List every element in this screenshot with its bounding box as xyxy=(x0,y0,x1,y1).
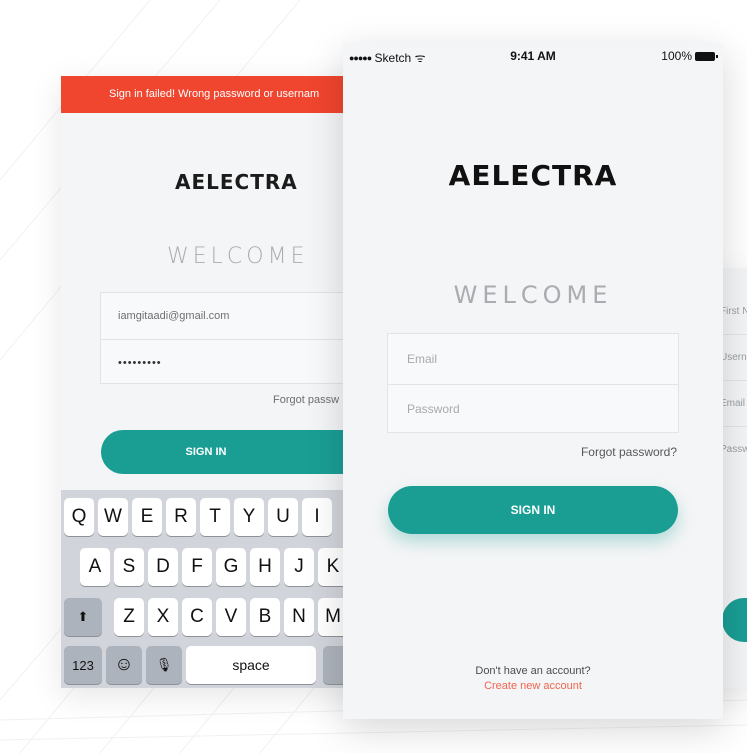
key-q[interactable]: Q xyxy=(64,498,94,536)
app-logo: AELECTRA xyxy=(175,170,298,194)
emoji-key-icon[interactable]: ☺ xyxy=(106,646,142,684)
battery-info: 100% xyxy=(661,49,718,63)
first-name-field[interactable]: First N xyxy=(720,306,747,317)
ios-keyboard: Q W E R T Y U I A S D F G H J K ⬆ Z X C … xyxy=(61,490,361,688)
key-z[interactable]: Z xyxy=(114,598,144,636)
numbers-key[interactable]: 123 xyxy=(64,646,102,684)
key-v[interactable]: V xyxy=(216,598,246,636)
sign-in-button[interactable]: SIGN IN xyxy=(101,430,361,474)
key-i[interactable]: I xyxy=(302,498,332,536)
divider xyxy=(720,426,747,427)
key-b[interactable]: B xyxy=(250,598,280,636)
key-g[interactable]: G xyxy=(216,548,246,586)
space-key[interactable]: space xyxy=(186,646,316,684)
password-field[interactable]: ••••••••• xyxy=(101,339,361,385)
welcome-heading: WELCOME xyxy=(453,281,613,309)
key-c[interactable]: C xyxy=(182,598,212,636)
key-t[interactable]: T xyxy=(200,498,230,536)
forgot-password-link[interactable]: Forgot passw xyxy=(273,394,339,406)
signin-screen: ●●●●● Sketch ᯤ 9:41 AM 100% AELECTRA WEL… xyxy=(343,43,723,719)
status-bar: ●●●●● Sketch ᯤ 9:41 AM 100% xyxy=(343,43,723,69)
email-input[interactable] xyxy=(388,334,678,384)
app-logo: AELECTRA xyxy=(448,159,618,192)
divider xyxy=(720,334,747,335)
sign-in-button[interactable]: SIGN IN xyxy=(388,486,678,534)
key-u[interactable]: U xyxy=(268,498,298,536)
no-account-text: Don't have an account? xyxy=(475,665,591,677)
battery-percent: 100% xyxy=(661,49,692,63)
password-field[interactable]: Passw xyxy=(720,444,747,455)
forgot-password-link[interactable]: Forgot password? xyxy=(581,445,677,459)
key-d[interactable]: D xyxy=(148,548,178,586)
shift-key[interactable]: ⬆ xyxy=(64,598,102,636)
email-field[interactable]: Email xyxy=(720,398,745,409)
key-x[interactable]: X xyxy=(148,598,178,636)
key-e[interactable]: E xyxy=(132,498,162,536)
username-field[interactable]: Userna xyxy=(720,352,747,363)
key-s[interactable]: S xyxy=(114,548,144,586)
create-account-link[interactable]: Create new account xyxy=(343,680,723,692)
key-j[interactable]: J xyxy=(284,548,314,586)
signup-button[interactable] xyxy=(722,598,747,642)
key-w[interactable]: W xyxy=(98,498,128,536)
password-input[interactable] xyxy=(388,384,678,433)
key-n[interactable]: N xyxy=(284,598,314,636)
key-h[interactable]: H xyxy=(250,548,280,586)
key-r[interactable]: R xyxy=(166,498,196,536)
welcome-heading: WELCOME xyxy=(167,244,309,269)
divider xyxy=(720,380,747,381)
microphone-key-icon[interactable]: 🎙 xyxy=(146,646,182,684)
login-form xyxy=(387,333,679,433)
signin-screen-error-state: Sign in failed! Wrong password or userna… xyxy=(61,76,361,688)
key-y[interactable]: Y xyxy=(234,498,264,536)
error-banner: Sign in failed! Wrong password or userna… xyxy=(61,76,361,113)
key-f[interactable]: F xyxy=(182,548,212,586)
email-field[interactable]: iamgitaadi@gmail.com xyxy=(101,293,361,339)
battery-icon xyxy=(695,51,718,61)
login-form: iamgitaadi@gmail.com ••••••••• xyxy=(100,292,361,384)
key-a[interactable]: A xyxy=(80,548,110,586)
